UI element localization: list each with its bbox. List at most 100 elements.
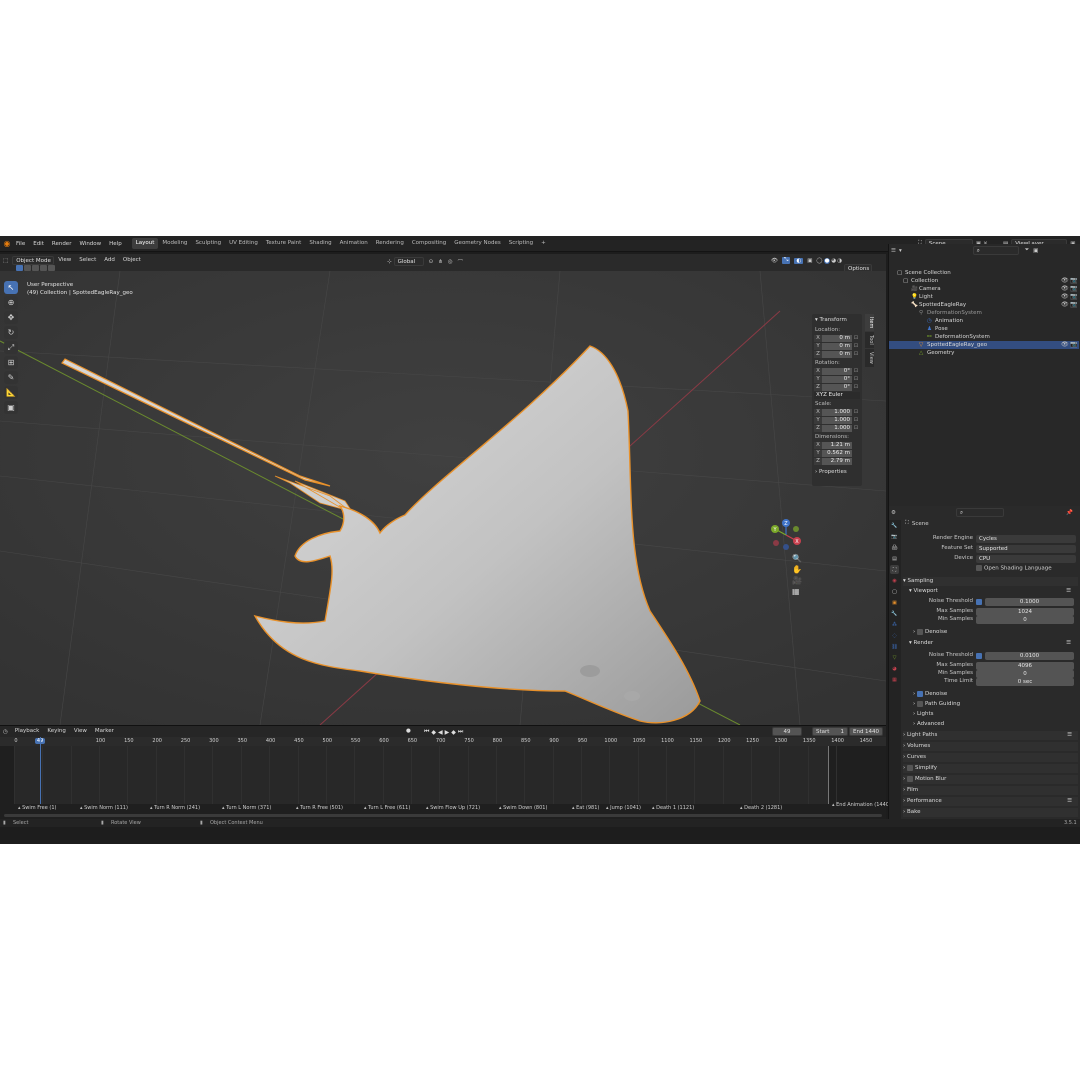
transform-tool-icon[interactable]: ⊞ [4, 356, 18, 369]
overlay-toggle-icon[interactable]: ◐ [794, 257, 804, 264]
timeline-marker[interactable]: ▴ Swim Free (1) [18, 805, 57, 811]
perspective-toggle-icon[interactable]: ▦ [792, 586, 802, 597]
scale-y-field[interactable]: 1.000 [822, 416, 852, 424]
presets-icon[interactable]: ☰ [1066, 639, 1071, 648]
rotation-mode-selector[interactable]: XYZ Euler [814, 391, 860, 399]
lock-icon[interactable]: ⊡ [852, 376, 860, 382]
play-icon[interactable]: ▶ [445, 729, 450, 736]
render-denoise-checkbox[interactable] [916, 690, 923, 697]
rotation-x-row[interactable]: X 0° ⊡ [814, 367, 860, 375]
record-icon[interactable]: ● [406, 728, 411, 734]
render-tab-icon[interactable]: 📷 [890, 532, 899, 541]
performance-panel[interactable]: › Performance ☰ [903, 797, 1078, 806]
menu-file[interactable]: File [12, 236, 29, 252]
cursor-tool-icon[interactable]: ⊕ [4, 296, 18, 309]
presets-icon[interactable]: ☰ [1066, 587, 1071, 596]
timeline-marker[interactable]: ▴ Turn L Norm (371) [222, 805, 271, 811]
visibility-eye-icon[interactable]: 👁 [1061, 277, 1069, 285]
advanced-subpanel[interactable]: › Advanced [913, 720, 1077, 729]
render-camera-icon[interactable]: 📷 [1070, 277, 1077, 285]
viewport-max-samples-field[interactable]: 1024 [976, 608, 1074, 616]
tab-texture-paint[interactable]: Texture Paint [262, 238, 306, 249]
location-x-row[interactable]: X0 m ⊡ [814, 334, 860, 342]
viewport-denoise-subpanel[interactable]: › Denoise [913, 628, 1077, 637]
timeline-menu-keying[interactable]: Keying [43, 726, 69, 737]
viewport-menu-object[interactable]: Object [119, 256, 145, 265]
3d-viewport[interactable]: X Y Z User Perspective (49) Collection |… [0, 271, 886, 725]
scale-tool-icon[interactable]: ⤢ [4, 341, 18, 354]
viewport-subpanel-header[interactable]: ▾ Viewport ☰ [909, 587, 1077, 596]
dimensions-z-row[interactable]: Z 2.79 m [814, 457, 860, 465]
timeline-keyframe-area[interactable] [14, 746, 838, 804]
tab-shading[interactable]: Shading [305, 238, 335, 249]
menu-help[interactable]: Help [105, 236, 126, 252]
viewport-menu-add[interactable]: Add [100, 256, 119, 265]
tool-tab-icon[interactable]: 🔧 [890, 521, 899, 530]
pin-icon[interactable]: 📌 [1066, 510, 1073, 516]
simplify-checkbox[interactable] [906, 764, 913, 771]
tab-sculpting[interactable]: Sculpting [191, 238, 225, 249]
menu-edit[interactable]: Edit [29, 236, 48, 252]
motion-blur-checkbox[interactable] [906, 775, 913, 782]
rotate-tool-icon[interactable]: ↻ [4, 326, 18, 339]
pan-icon[interactable]: ✋ [792, 564, 802, 575]
location-z-row[interactable]: Z0 m ⊡ [814, 350, 860, 358]
constraints-tab-icon[interactable]: ⛓ [890, 642, 899, 651]
gizmo-toggle-icon[interactable]: ⤡ [781, 257, 791, 264]
render-min-samples-field[interactable]: 0 [976, 670, 1074, 678]
tab-compositing[interactable]: Compositing [408, 238, 450, 249]
menu-window[interactable]: Window [75, 236, 105, 252]
rotation-z-row[interactable]: Z 0° ⊡ [814, 383, 860, 391]
outliner-item[interactable]: △ Geometry [889, 349, 1079, 357]
current-frame-field[interactable]: 49 [772, 727, 802, 736]
sampling-panel-header[interactable]: ▾ Sampling [903, 577, 1078, 586]
menu-render[interactable]: Render [48, 236, 76, 252]
lock-icon[interactable]: ⊡ [852, 384, 860, 390]
properties-editor-type-icon[interactable]: ⚙ [891, 510, 896, 516]
sidebar-tab-item[interactable]: Item [865, 314, 874, 332]
render-max-samples-field[interactable]: 4096 [976, 662, 1074, 670]
lock-icon[interactable]: ⊡ [852, 343, 860, 349]
render-engine-selector[interactable]: Cycles [976, 535, 1076, 543]
outliner-item[interactable]: 🦴 SpottedEagleRay 👁 📷 [889, 301, 1079, 309]
shading-rendered-icon[interactable]: ◑ [837, 258, 842, 264]
rotation-y-row[interactable]: Y 0° ⊡ [814, 375, 860, 383]
shading-solid-icon[interactable]: ● [823, 257, 831, 264]
texture-tab-icon[interactable]: ▦ [890, 675, 899, 684]
tab-modeling[interactable]: Modeling [158, 238, 191, 249]
outliner-funnel-icon[interactable]: ⏷ [1025, 247, 1029, 254]
dimensions-y-row[interactable]: Y 0.562 m [814, 449, 860, 457]
timeline-marker[interactable]: ▴ Jump (1041) [606, 805, 641, 811]
dimensions-x-row[interactable]: X 1.21 m [814, 441, 860, 449]
outliner-editor-type-icon[interactable]: ☰ [891, 248, 896, 254]
timeline-scrollbar[interactable] [4, 814, 882, 817]
viewport-noise-threshold-field[interactable]: 0.1000 [985, 598, 1074, 606]
timeline-marker[interactable]: ▴ Swim Down (801) [499, 805, 547, 811]
zoom-icon[interactable]: 🔍 [792, 553, 802, 564]
viewport-min-samples-field[interactable]: 0 [976, 616, 1074, 624]
lock-icon[interactable]: ⊡ [852, 417, 860, 423]
object-tab-icon[interactable]: ▣ [890, 598, 899, 607]
visibility-icon[interactable]: 👁 [771, 258, 778, 264]
render-noise-threshold-checkbox[interactable] [976, 653, 982, 659]
visibility-eye-icon[interactable]: 👁 [1061, 301, 1069, 309]
timeline-marker[interactable]: ▴ Turn R Norm (241) [150, 805, 200, 811]
timeline-menu-view[interactable]: View [70, 726, 91, 737]
location-y-field[interactable]: 0 m [822, 342, 852, 350]
physics-tab-icon[interactable]: ◌ [890, 631, 899, 640]
lock-icon[interactable]: ⊡ [852, 351, 860, 357]
proportional-editing-icon[interactable]: ◎ [448, 259, 453, 265]
particles-tab-icon[interactable]: ⁂ [890, 620, 899, 629]
blender-logo-icon[interactable]: ◉ [2, 239, 12, 248]
add-workspace-button[interactable]: + [537, 238, 550, 249]
tab-scripting[interactable]: Scripting [505, 238, 537, 249]
snap-icon[interactable]: ⋔ [438, 259, 443, 265]
sidebar-tab-tool[interactable]: Tool [865, 332, 874, 349]
play-reverse-icon[interactable]: ◀ [438, 729, 443, 736]
modifier-tab-icon[interactable]: 🔧 [890, 609, 899, 618]
visibility-eye-icon[interactable]: 👁 [1061, 293, 1069, 301]
falloff-icon[interactable]: ⌒ [458, 258, 464, 266]
rotation-y-field[interactable]: 0° [822, 375, 852, 383]
xray-toggle-icon[interactable]: ▣ [807, 258, 812, 264]
timeline-marker[interactable]: ▴ Turn L Free (611) [364, 805, 410, 811]
